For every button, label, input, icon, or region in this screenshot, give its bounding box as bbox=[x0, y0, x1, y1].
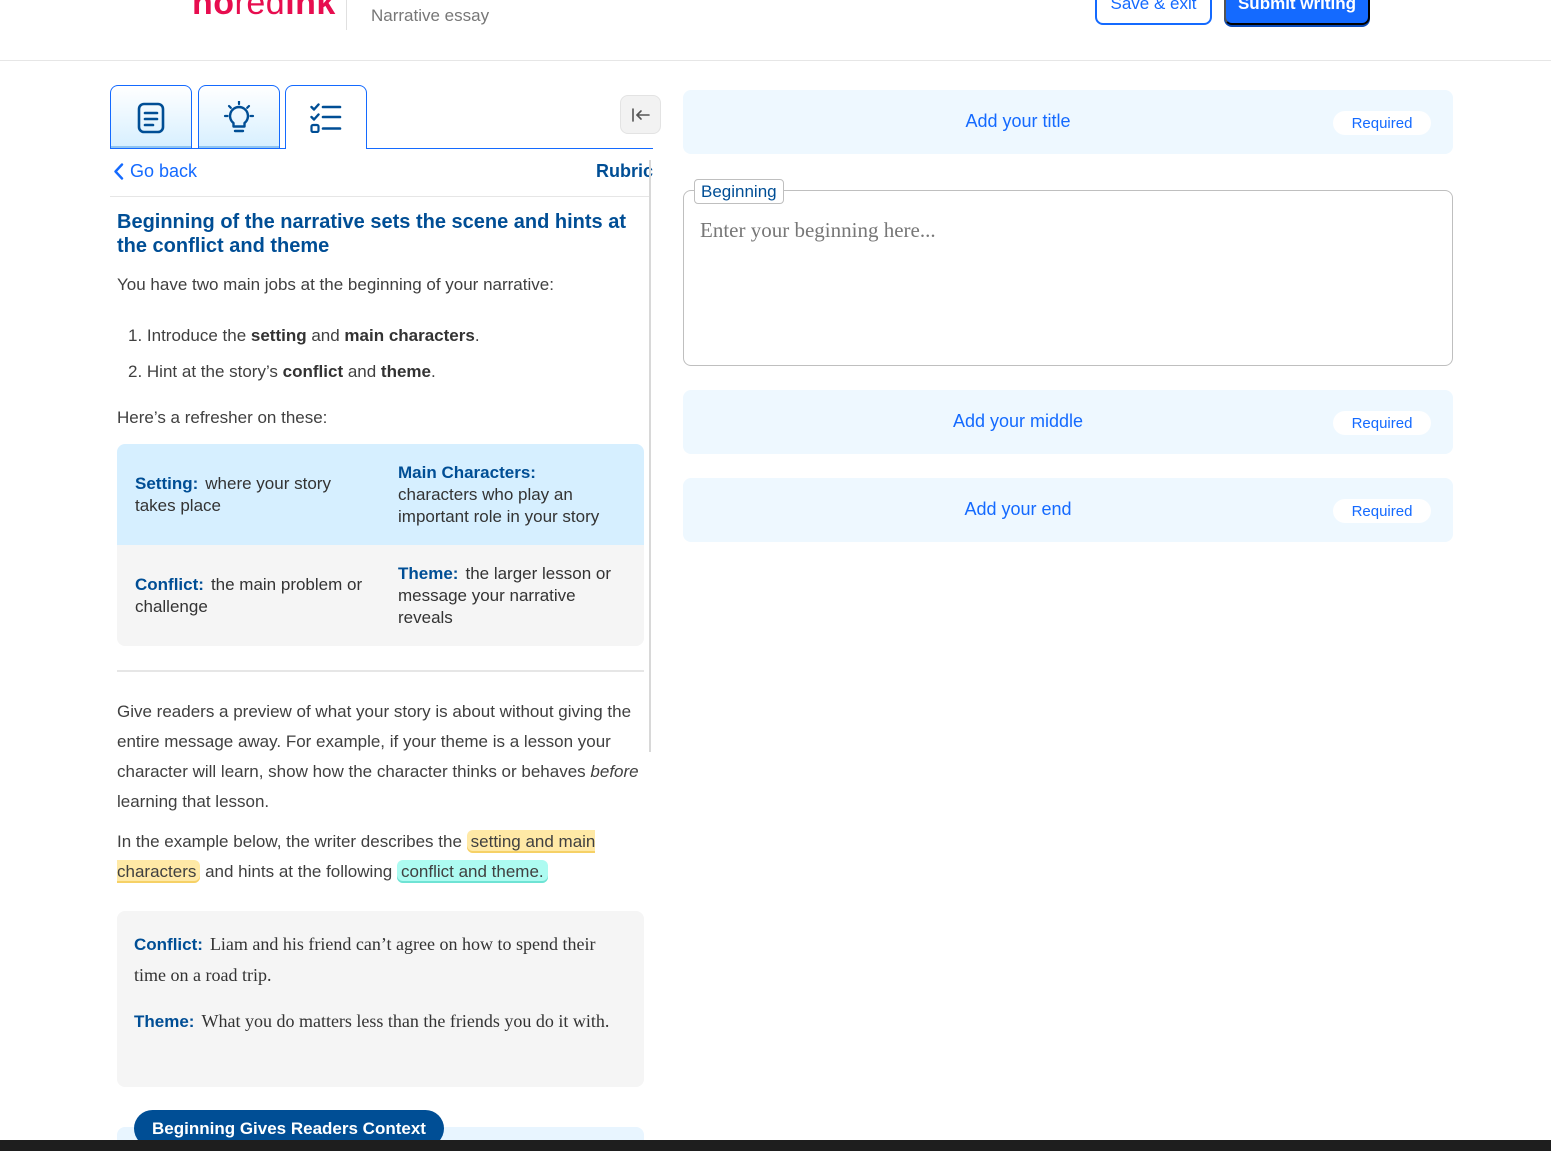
rubric-title: Beginning of the narrative sets the scen… bbox=[117, 211, 626, 257]
required-badge: Required bbox=[1333, 411, 1431, 435]
highlight-conflict-theme: conflict and theme. bbox=[396, 860, 548, 883]
example-intro-paragraph: In the example below, the writer describ… bbox=[117, 830, 596, 883]
required-badge: Required bbox=[1333, 111, 1431, 135]
submit-writing-button[interactable]: Submit writing bbox=[1224, 0, 1370, 25]
definition-main-characters: Main Characters: characters who play an i… bbox=[398, 463, 600, 526]
beginning-legend: Beginning bbox=[694, 179, 784, 204]
save-exit-button[interactable]: Save & exit bbox=[1095, 0, 1212, 25]
document-icon bbox=[137, 102, 165, 133]
rubric-intro: You have two main jobs at the beginning … bbox=[117, 275, 554, 294]
checklist-icon bbox=[310, 102, 342, 133]
document-type: Narrative essay bbox=[371, 6, 490, 25]
tab-tips[interactable] bbox=[198, 85, 280, 149]
add-middle-label: Add your middle bbox=[952, 411, 1084, 431]
taskbar-strip bbox=[0, 1140, 1551, 1151]
collapse-left-icon bbox=[631, 107, 650, 122]
add-title-card[interactable]: Add your title Required bbox=[683, 90, 1453, 154]
example-conflict: Conflict: Liam and his friend can’t agree… bbox=[134, 934, 596, 985]
header-divider bbox=[346, 0, 347, 30]
jobs-list: 1. Introduce the setting and main charac… bbox=[128, 318, 480, 390]
collapse-sidebar-button[interactable] bbox=[620, 95, 661, 134]
rubric-heading: Rubric bbox=[596, 161, 654, 181]
definition-theme: Theme: the larger lesson or message your … bbox=[398, 564, 611, 627]
required-badge: Required bbox=[1333, 499, 1431, 523]
definition-conflict: Conflict: the main problem or challenge bbox=[135, 575, 363, 616]
section-divider bbox=[117, 670, 644, 672]
add-middle-card[interactable]: Add your middle Required bbox=[683, 390, 1453, 454]
list-item: 1. Introduce the setting and main charac… bbox=[128, 326, 480, 345]
definitions-table: Setting: where your story takes place Mai… bbox=[117, 444, 644, 646]
refresher-text: Here’s a refresher on these: bbox=[117, 408, 328, 427]
sidebar-scrollbar[interactable] bbox=[649, 160, 651, 752]
preview-paragraph: Give readers a preview of what your stor… bbox=[117, 702, 639, 811]
chevron-left-icon bbox=[114, 163, 124, 180]
tab-essay-prompt[interactable] bbox=[110, 85, 192, 149]
add-title-label: Add your title bbox=[965, 111, 1071, 131]
list-item: 2. Hint at the story’s conflict and them… bbox=[128, 362, 436, 381]
example-box: Conflict: Liam and his friend can’t agree… bbox=[117, 911, 644, 1087]
top-header: noredink Narrative essay Save & exit Sub… bbox=[0, 0, 1551, 61]
add-end-label: Add your end bbox=[964, 499, 1072, 519]
beginning-input[interactable] bbox=[700, 218, 1440, 348]
go-back-label: Go back bbox=[130, 161, 198, 181]
subnav-divider bbox=[110, 196, 651, 197]
definition-setting: Setting: where your story takes place bbox=[135, 474, 331, 515]
go-back-link[interactable]: Go back bbox=[113, 161, 197, 182]
tab-rubric[interactable] bbox=[285, 85, 367, 149]
tab-underline bbox=[110, 148, 653, 149]
add-end-card[interactable]: Add your end Required bbox=[683, 478, 1453, 542]
example-theme: Theme: What you do matters less than the … bbox=[134, 1011, 610, 1031]
lightbulb-icon bbox=[223, 100, 255, 132]
noredink-logo[interactable]: noredink bbox=[192, 0, 336, 20]
